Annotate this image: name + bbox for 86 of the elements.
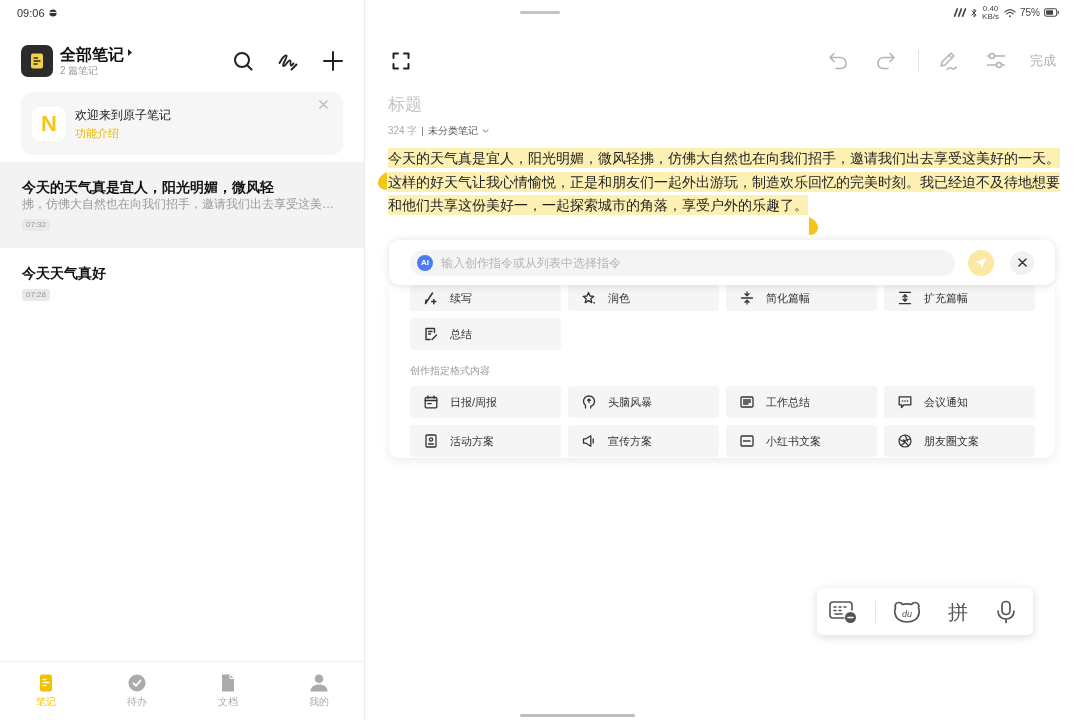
redo-button[interactable] bbox=[876, 52, 896, 70]
redo-icon bbox=[876, 52, 896, 70]
selection-handle[interactable] bbox=[809, 217, 818, 235]
handwriting-button[interactable] bbox=[278, 51, 298, 71]
category-dropdown[interactable]: 未分类笔记 bbox=[428, 124, 490, 138]
keyboard-icon bbox=[829, 599, 857, 624]
note-list-item[interactable]: 今天天气真好 07:28 bbox=[0, 248, 364, 318]
close-icon bbox=[1017, 258, 1027, 267]
ai-command-button[interactable]: 活动方案 bbox=[410, 425, 561, 457]
close-button[interactable] bbox=[1010, 250, 1034, 275]
notes-app-icon bbox=[21, 45, 53, 77]
person-icon bbox=[309, 674, 328, 692]
contact-card-icon bbox=[424, 434, 438, 448]
ai-command-button[interactable]: 续写 bbox=[410, 285, 561, 311]
card-icon bbox=[740, 434, 754, 448]
compress-icon bbox=[740, 291, 754, 305]
list-icon bbox=[740, 395, 754, 409]
ai-command-button[interactable]: 会议通知 bbox=[884, 386, 1035, 418]
chat-bubble-icon bbox=[898, 395, 912, 409]
search-icon bbox=[233, 51, 253, 71]
wifi-icon bbox=[1004, 7, 1016, 18]
ai-command-button[interactable]: 日报/周报 bbox=[410, 386, 561, 418]
aperture-icon bbox=[898, 434, 912, 448]
note-preview: 拂，仿佛大自然也在向我们招手，邀请我们出去享受这美… bbox=[22, 197, 334, 211]
welcome-title: 欢迎来到原子笔记 bbox=[75, 107, 171, 123]
send-button[interactable] bbox=[968, 249, 994, 276]
add-button[interactable] bbox=[323, 51, 343, 71]
note-title: 今天天气真好 bbox=[22, 265, 106, 281]
note-time: 07:32 bbox=[22, 219, 51, 231]
add-icon bbox=[323, 51, 343, 71]
selection-handle[interactable] bbox=[378, 172, 387, 190]
calendar-icon bbox=[424, 395, 438, 409]
notebook-title[interactable]: 全部笔记 bbox=[60, 45, 124, 65]
format-button[interactable] bbox=[986, 51, 1006, 71]
ai-command-button[interactable]: 简化篇幅 bbox=[726, 285, 877, 311]
sliders-icon bbox=[986, 51, 1006, 71]
bear-icon bbox=[893, 599, 921, 624]
ai-command-button[interactable]: 总结 bbox=[410, 318, 561, 350]
drag-handle[interactable] bbox=[520, 11, 560, 14]
undo-icon bbox=[828, 52, 848, 70]
ai-command-button[interactable]: 小红书文案 bbox=[726, 425, 877, 457]
caret-icon bbox=[128, 49, 132, 56]
star-icon bbox=[582, 291, 596, 305]
ai-command-button[interactable]: 扩充篇幅 bbox=[884, 285, 1035, 311]
network-speed-unit: KB/s bbox=[982, 12, 999, 21]
ai-command-button[interactable]: 宣传方案 bbox=[568, 425, 719, 457]
section-label: 创作指定格式内容 bbox=[410, 364, 490, 378]
note-count: 2 篇笔记 bbox=[60, 65, 99, 77]
microphone-icon bbox=[996, 599, 1016, 624]
close-icon bbox=[319, 100, 328, 109]
signal-icon bbox=[953, 8, 968, 17]
ai-command-button[interactable]: 工作总结 bbox=[726, 386, 877, 418]
document-pen-icon bbox=[424, 327, 438, 341]
globe-icon bbox=[48, 8, 57, 17]
battery-level: 75% bbox=[1020, 6, 1040, 19]
keyboard-button[interactable] bbox=[829, 599, 857, 624]
ai-command-button[interactable]: 朋友圈文案 bbox=[884, 425, 1035, 457]
note-list-item[interactable]: 今天的天气真是宜人，阳光明媚，微风轻 拂，仿佛大自然也在向我们招手，邀请我们出去享受这美… 07:32 bbox=[0, 162, 364, 248]
send-icon bbox=[975, 256, 987, 269]
check-circle-icon bbox=[127, 674, 146, 692]
expand-icon bbox=[898, 291, 912, 305]
chevron-down-icon bbox=[482, 129, 490, 133]
bear-button[interactable]: du bbox=[893, 599, 921, 624]
bluetooth-icon bbox=[971, 7, 978, 18]
pen-plus-icon bbox=[424, 291, 438, 305]
head-icon bbox=[582, 395, 596, 409]
ai-command-button[interactable]: 头脑风暴 bbox=[568, 386, 719, 418]
note-time: 07:28 bbox=[22, 289, 51, 301]
title-field[interactable]: 标题 bbox=[388, 93, 688, 117]
voice-button[interactable] bbox=[996, 599, 1016, 624]
battery-icon bbox=[1044, 8, 1059, 17]
ai-command-button[interactable]: 润色 bbox=[568, 285, 719, 311]
undo-button[interactable] bbox=[828, 52, 848, 70]
speaker-icon bbox=[582, 434, 596, 448]
fullscreen-icon bbox=[392, 52, 410, 70]
handwriting-icon bbox=[278, 51, 298, 71]
app-logo: N bbox=[32, 106, 66, 141]
search-button[interactable] bbox=[233, 51, 253, 71]
note-title: 今天的天气真是宜人，阳光明媚，微风轻 bbox=[22, 179, 274, 195]
pen-icon bbox=[938, 51, 958, 71]
fullscreen-button[interactable] bbox=[392, 52, 410, 70]
pen-button[interactable] bbox=[938, 51, 958, 71]
status-time: 09:06 bbox=[17, 6, 45, 19]
word-count: 324 字 bbox=[388, 124, 418, 138]
pinyin-button[interactable]: 拼 bbox=[948, 599, 968, 624]
network-speed: 0.40 bbox=[982, 4, 999, 13]
